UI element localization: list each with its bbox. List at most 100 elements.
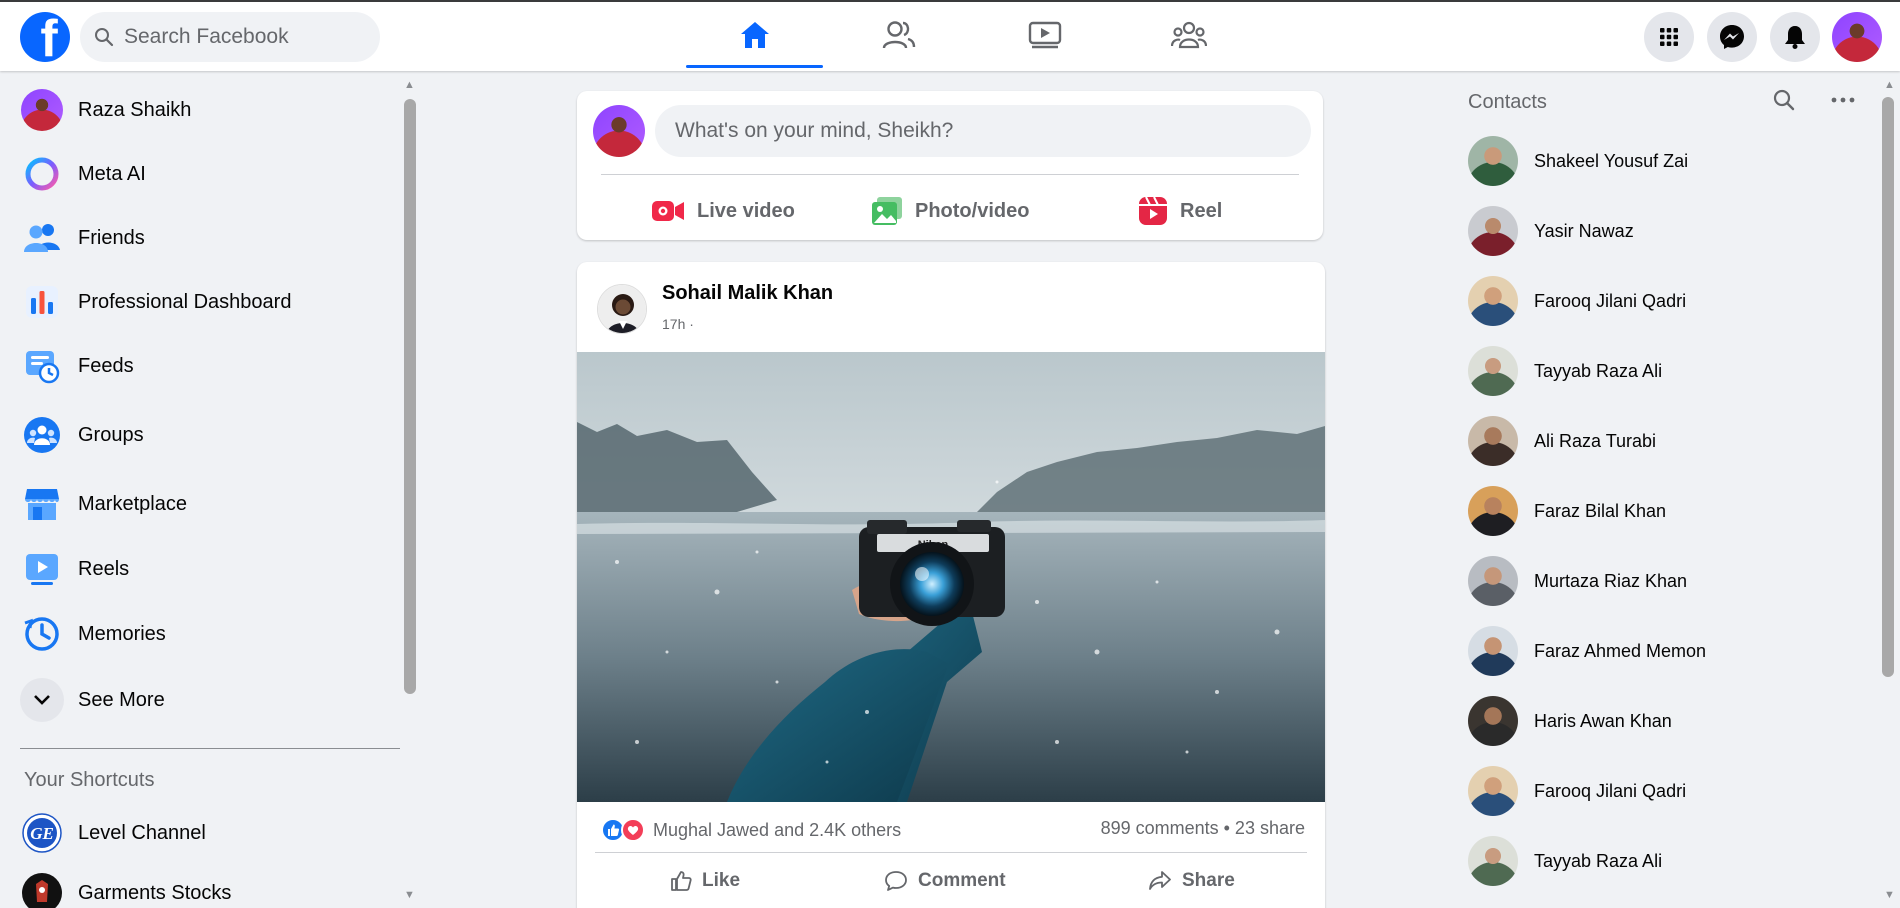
sidebar-item-label: Memories — [78, 622, 166, 645]
profile-avatar[interactable] — [1832, 12, 1882, 62]
shortcut-level-channel[interactable]: GE Level Channel — [20, 808, 206, 858]
contact-name: Faraz Ahmed Memon — [1534, 640, 1707, 661]
messenger-button[interactable] — [1707, 12, 1757, 62]
sidebar-item-groups[interactable]: Groups — [20, 410, 144, 460]
photo-video-button[interactable]: Photo/video — [871, 191, 1029, 231]
sidebar-item-label: Friends — [78, 226, 145, 249]
contacts-options-button[interactable] — [1830, 89, 1856, 116]
contact-item[interactable]: Haris Awan Khan — [1468, 695, 1672, 747]
whats-on-your-mind-input[interactable]: What's on your mind, Sheikh? — [655, 105, 1311, 157]
like-label: Like — [702, 870, 741, 891]
post-timestamp[interactable]: 17h · — [662, 316, 694, 332]
contact-item[interactable]: Tayyab Raza Ali — [1468, 835, 1662, 887]
contact-avatar — [1468, 486, 1518, 536]
facebook-logo[interactable]: f — [20, 12, 70, 62]
left-scrollbar-thumb[interactable] — [404, 99, 416, 694]
search-box[interactable] — [80, 12, 380, 62]
reactions-text: Mughal Jawed and 2.4K others — [653, 819, 902, 840]
contact-item[interactable]: Shakeel Yousuf Zai — [1468, 135, 1688, 187]
post-author-avatar[interactable] — [597, 284, 647, 334]
top-navigation-bar: f — [0, 0, 1900, 71]
contact-item[interactable]: Farooq Jilani Qadri — [1468, 765, 1686, 817]
sidebar-item-see-more[interactable]: See More — [20, 675, 165, 725]
composer-divider — [601, 174, 1299, 175]
sidebar-item-professional-dashboard[interactable]: Professional Dashboard — [20, 277, 291, 327]
sidebar-item-reels[interactable]: Reels — [20, 544, 129, 594]
reels-icon — [26, 554, 58, 585]
contacts-scroll-down-arrow[interactable]: ▼ — [1884, 889, 1895, 901]
share-label: Share — [1182, 870, 1235, 891]
groups-icon — [24, 417, 60, 453]
contacts-heading: Contacts — [1468, 91, 1547, 113]
sidebar-item-profile[interactable]: Raza Shaikh — [20, 85, 191, 135]
comments-shares-count[interactable]: 899 comments • 23 share — [1101, 818, 1305, 839]
search-icon — [95, 28, 114, 47]
messenger-icon — [1720, 25, 1744, 49]
contact-item[interactable]: Ali Raza Turabi — [1468, 415, 1656, 467]
contacts-scrollbar-thumb[interactable] — [1882, 97, 1894, 677]
ge-logo: GE — [22, 813, 62, 853]
profile-avatar — [21, 89, 63, 131]
friends-icon — [24, 224, 60, 252]
share-button[interactable]: Share — [1148, 870, 1235, 892]
live-video-button[interactable]: Live video — [651, 191, 795, 231]
sidebar-item-label: Garments Stocks — [78, 881, 232, 904]
garments-logo — [22, 873, 62, 908]
sidebar-item-feeds[interactable]: Feeds — [20, 341, 134, 391]
home-icon — [740, 22, 769, 48]
shortcut-garments-stocks[interactable]: Garments Stocks — [20, 868, 231, 908]
contact-avatar — [1468, 626, 1518, 676]
sidebar-item-label: Level Channel — [78, 821, 206, 844]
comment-label: Comment — [918, 870, 1006, 891]
sidebar-item-friends[interactable]: Friends — [20, 213, 145, 263]
scroll-down-arrow[interactable]: ▼ — [404, 889, 415, 901]
search-input[interactable] — [124, 25, 354, 49]
sidebar-item-marketplace[interactable]: Marketplace — [20, 479, 187, 529]
chevron-down-icon — [34, 695, 50, 705]
contact-avatar — [1468, 766, 1518, 816]
notifications-button[interactable] — [1770, 12, 1820, 62]
groups-icon — [1170, 21, 1207, 49]
contact-item[interactable]: Yasir Nawaz — [1468, 205, 1634, 257]
contacts-scroll-up-arrow[interactable]: ▲ — [1884, 79, 1895, 91]
sidebar-item-memories[interactable]: Memories — [20, 609, 166, 659]
photo-icon — [872, 197, 902, 225]
like-button[interactable]: Like — [670, 870, 740, 892]
reel-icon — [1139, 196, 1167, 225]
tab-video[interactable] — [976, 2, 1113, 68]
more-options-icon — [1831, 97, 1855, 103]
sidebar-item-label: Meta AI — [78, 162, 146, 185]
post-author-name[interactable]: Sohail Malik Khan — [662, 282, 833, 305]
svg-text:GE: GE — [30, 824, 54, 843]
sidebar-item-label: Marketplace — [78, 492, 187, 515]
contact-item[interactable]: Farooq Jilani Qadri — [1468, 275, 1686, 327]
composer-avatar[interactable] — [593, 105, 645, 157]
reel-button[interactable]: Reel — [1138, 191, 1222, 231]
contacts-sidebar: Contacts Shakeel Yousuf Zai Yasir Nawaz … — [1460, 71, 1900, 908]
reel-label: Reel — [1180, 199, 1223, 222]
tab-friends[interactable] — [830, 2, 967, 68]
contact-item[interactable]: Tayyab Raza Ali — [1468, 345, 1662, 397]
love-reaction-icon — [621, 818, 645, 842]
comment-button[interactable]: Comment — [884, 870, 1006, 892]
contact-item[interactable]: Faraz Ahmed Memon — [1468, 625, 1706, 677]
friends-icon — [882, 21, 915, 49]
scroll-up-arrow[interactable]: ▲ — [404, 79, 415, 91]
contact-name: Ali Raza Turabi — [1534, 430, 1657, 451]
post-divider — [595, 852, 1307, 853]
post-reactions[interactable]: Mughal Jawed and 2.4K others — [601, 818, 901, 842]
feed-post: Sohail Malik Khan 17h · Nikon — [577, 262, 1325, 908]
tab-home[interactable] — [686, 2, 823, 68]
contact-item[interactable]: Murtaza Riaz Khan — [1468, 555, 1687, 607]
contact-name: Yasir Nawaz — [1534, 220, 1634, 241]
sidebar-item-label: See More — [78, 688, 165, 711]
sidebar-item-meta-ai[interactable]: Meta AI — [20, 149, 146, 199]
contact-avatar — [1468, 696, 1518, 746]
contact-name: Farooq Jilani Qadri — [1534, 780, 1687, 801]
contact-item[interactable]: Faraz Bilal Khan — [1468, 485, 1666, 537]
menu-button[interactable] — [1644, 12, 1694, 62]
contacts-search-button[interactable] — [1773, 89, 1795, 116]
post-image[interactable]: Nikon — [577, 352, 1325, 802]
contact-avatar — [1468, 556, 1518, 606]
tab-groups[interactable] — [1120, 2, 1257, 68]
